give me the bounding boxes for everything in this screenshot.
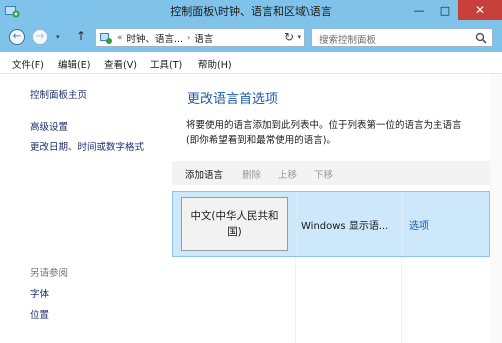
page-description: 将要使用的语言添加到此列表中。位于列表第一位的语言为主语言 (即你希望看到和最常… bbox=[186, 118, 486, 148]
search-input[interactable]: 搜索控制面板 bbox=[311, 28, 493, 47]
refresh-button[interactable]: ↻ bbox=[284, 30, 294, 44]
language-status: Windows 显示语... bbox=[301, 221, 389, 232]
up-button[interactable]: ↑ bbox=[76, 29, 86, 43]
recent-pages-dropdown[interactable]: ▾ bbox=[56, 33, 60, 41]
sidebar-link-control-panel-home[interactable]: 控制面板主页 bbox=[30, 87, 87, 101]
forward-button[interactable]: → bbox=[32, 29, 48, 45]
menu-tools[interactable]: 工具(T) bbox=[150, 57, 182, 71]
column-divider bbox=[295, 257, 296, 343]
vertical-scrollbar[interactable] bbox=[490, 74, 502, 343]
add-language-button[interactable]: 添加语言 bbox=[185, 167, 223, 181]
minimize-button[interactable]: — bbox=[406, 0, 432, 20]
search-icon[interactable] bbox=[475, 32, 487, 44]
menu-edit[interactable]: 编辑(E) bbox=[58, 57, 90, 71]
language-name-tile[interactable]: 中文(中华人民共和国) bbox=[181, 197, 288, 251]
navigation-bar: ← → ▾ ↑ « 时钟、语言... › 语言 ▾ ↻ 搜索控制面板 bbox=[0, 22, 502, 52]
language-options-link[interactable]: 选项 bbox=[409, 217, 429, 232]
control-panel-icon bbox=[100, 32, 112, 44]
menu-bar: 文件(F) 编辑(E) 查看(V) 工具(T) 帮助(H) bbox=[0, 52, 502, 74]
move-up-button[interactable]: 上移 bbox=[278, 167, 297, 181]
language-toolbar: 添加语言 删除 上移 下移 bbox=[172, 161, 490, 185]
menu-help[interactable]: 帮助(H) bbox=[198, 57, 232, 71]
close-button[interactable]: ✕ bbox=[458, 0, 502, 20]
breadcrumb-separator[interactable]: › bbox=[187, 33, 190, 42]
sidebar-link-location[interactable]: 位置 bbox=[30, 307, 49, 321]
sidebar-link-date-time-format[interactable]: 更改日期、时间或数字格式 bbox=[30, 139, 144, 153]
address-bar[interactable]: « 时钟、语言... › 语言 ▾ bbox=[95, 28, 305, 47]
sidebar-link-fonts[interactable]: 字体 bbox=[30, 286, 49, 300]
sidebar-link-advanced-settings[interactable]: 高级设置 bbox=[30, 119, 68, 133]
empty-list-area bbox=[172, 257, 490, 343]
column-divider bbox=[401, 257, 402, 343]
breadcrumb-language[interactable]: 语言 bbox=[194, 31, 213, 45]
address-overflow-chevron[interactable]: « bbox=[117, 33, 123, 43]
description-line: (即你希望看到和最常使用的语言)。 bbox=[186, 135, 336, 146]
maximize-button[interactable]: □ bbox=[432, 0, 458, 20]
move-down-button[interactable]: 下移 bbox=[314, 167, 333, 181]
breadcrumb-clock-language[interactable]: 时钟、语言... bbox=[127, 31, 184, 45]
address-dropdown-icon[interactable]: ▾ bbox=[297, 33, 301, 41]
page-title: 更改语言首选项 bbox=[187, 92, 279, 107]
search-placeholder: 搜索控制面板 bbox=[319, 35, 377, 46]
language-list-item[interactable]: 中文(中华人民共和国) Windows 显示语... 选项 bbox=[172, 191, 490, 257]
back-button[interactable]: ← bbox=[9, 29, 25, 45]
description-line: 将要使用的语言添加到此列表中。位于列表第一位的语言为主语言 bbox=[186, 120, 462, 131]
see-also-heading: 另请参阅 bbox=[30, 268, 69, 279]
remove-button[interactable]: 删除 bbox=[242, 167, 261, 181]
menu-view[interactable]: 查看(V) bbox=[104, 57, 137, 71]
menu-file[interactable]: 文件(F) bbox=[12, 57, 44, 71]
column-divider bbox=[296, 192, 297, 256]
column-divider bbox=[402, 192, 403, 256]
title-bar: 控制面板\时钟、语言和区域\语言 — □ ✕ bbox=[0, 0, 502, 22]
